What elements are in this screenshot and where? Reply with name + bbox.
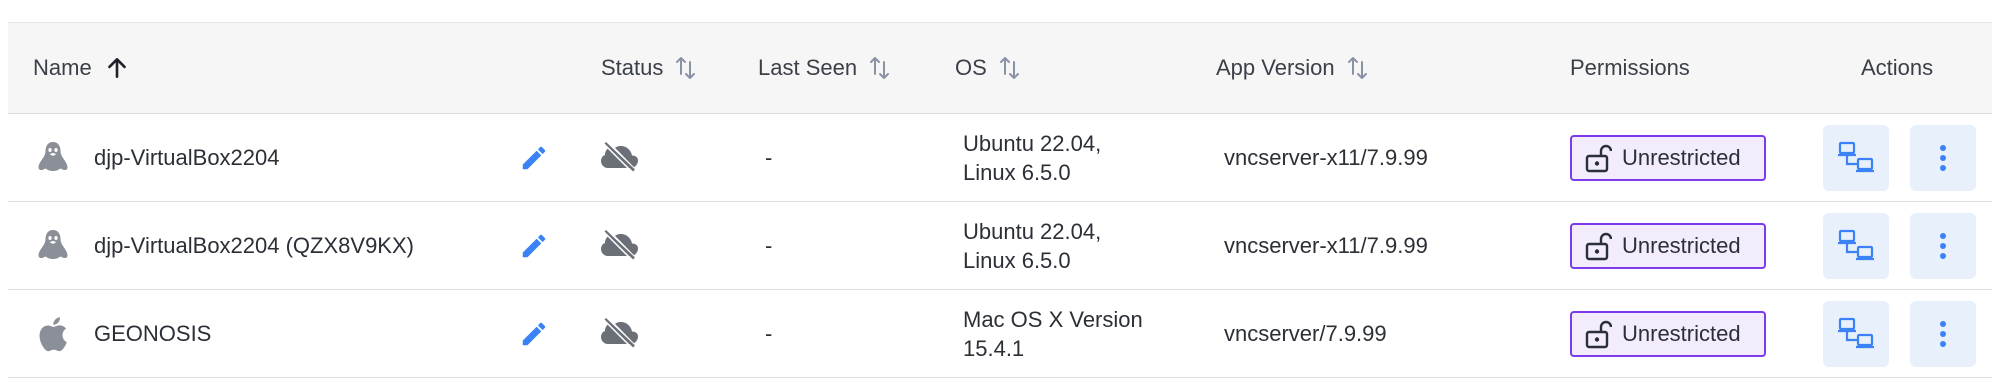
os-value: Ubuntu 22.04, Linux 6.5.0 [963,202,1163,289]
edit-pencil-icon[interactable] [519,202,549,289]
os-value: Mac OS X Version 15.4.1 [963,290,1163,377]
more-vertical-icon [1939,143,1947,173]
app-version-value: vncserver-x11/7.9.99 [1224,232,1428,258]
device-name[interactable]: GEONOSIS [94,290,211,377]
cloud-off-icon [601,202,641,289]
more-options-button[interactable] [1910,301,1976,367]
sort-both-icon[interactable] [999,54,1021,82]
os-line-2: 15.4.1 [963,335,1025,361]
app-version-value: vncserver-x11/7.9.99 [1224,144,1428,170]
devices-table: Name Status Last Seen OS App Version Per… [8,22,1992,378]
permission-label: Unrestricted [1622,232,1741,258]
os-line-2: Linux 6.5.0 [963,247,1071,273]
last-seen-value: - [765,232,773,258]
more-vertical-icon [1939,319,1947,349]
os-line-1: Ubuntu 22.04, [963,218,1102,244]
table-row[interactable]: GEONOSIS - Mac OS X Version 15.4.1 vncse… [8,290,1992,378]
unlock-icon [1584,231,1612,261]
permission-label: Unrestricted [1622,320,1741,346]
last-seen-value: - [765,320,773,346]
linux-tux-icon [36,202,70,289]
column-header-actions: Actions [1861,55,1934,80]
connect-button[interactable] [1823,301,1889,367]
permission-label: Unrestricted [1622,144,1741,170]
device-name[interactable]: djp-VirtualBox2204 [94,114,280,201]
table-row[interactable]: djp-VirtualBox2204 - Ubuntu 22.04, Linux… [8,114,1992,202]
column-header-status[interactable]: Status [601,23,697,113]
connect-button[interactable] [1823,125,1889,191]
permission-badge[interactable]: Unrestricted [1570,114,1766,201]
more-options-button[interactable] [1910,125,1976,191]
column-header-permissions: Permissions [1570,55,1690,80]
last-seen-value: - [765,144,773,170]
column-header-app-version[interactable]: App Version [1216,23,1369,113]
table-header: Name Status Last Seen OS App Version Per… [8,22,1992,114]
sort-both-icon[interactable] [1347,54,1369,82]
cloud-off-icon [601,290,641,377]
cloud-off-icon [601,114,641,201]
os-line-1: Mac OS X Version [963,306,1143,332]
device-name[interactable]: djp-VirtualBox2204 (QZX8V9KX) [94,202,414,289]
network-computers-icon [1837,228,1875,264]
permission-badge[interactable]: Unrestricted [1570,202,1766,289]
unlock-icon [1584,319,1612,349]
more-vertical-icon [1939,231,1947,261]
network-computers-icon [1837,140,1875,176]
network-computers-icon [1837,316,1875,352]
column-header-os[interactable]: OS [955,23,1021,113]
edit-pencil-icon[interactable] [519,114,549,201]
connect-button[interactable] [1823,213,1889,279]
os-line-2: Linux 6.5.0 [963,159,1071,185]
edit-pencil-icon[interactable] [519,290,549,377]
apple-icon [38,290,68,377]
unlock-icon [1584,143,1612,173]
sort-ascending-icon[interactable] [104,55,130,81]
os-value: Ubuntu 22.04, Linux 6.5.0 [963,114,1163,201]
sort-both-icon[interactable] [869,54,891,82]
linux-tux-icon [36,114,70,201]
app-version-value: vncserver/7.9.99 [1224,320,1387,346]
sort-both-icon[interactable] [675,54,697,82]
column-header-last-seen[interactable]: Last Seen [758,23,891,113]
os-line-1: Ubuntu 22.04, [963,130,1102,156]
table-row[interactable]: djp-VirtualBox2204 (QZX8V9KX) - Ubuntu 2… [8,202,1992,290]
column-header-name[interactable]: Name [33,23,130,113]
more-options-button[interactable] [1910,213,1976,279]
permission-badge[interactable]: Unrestricted [1570,290,1766,377]
